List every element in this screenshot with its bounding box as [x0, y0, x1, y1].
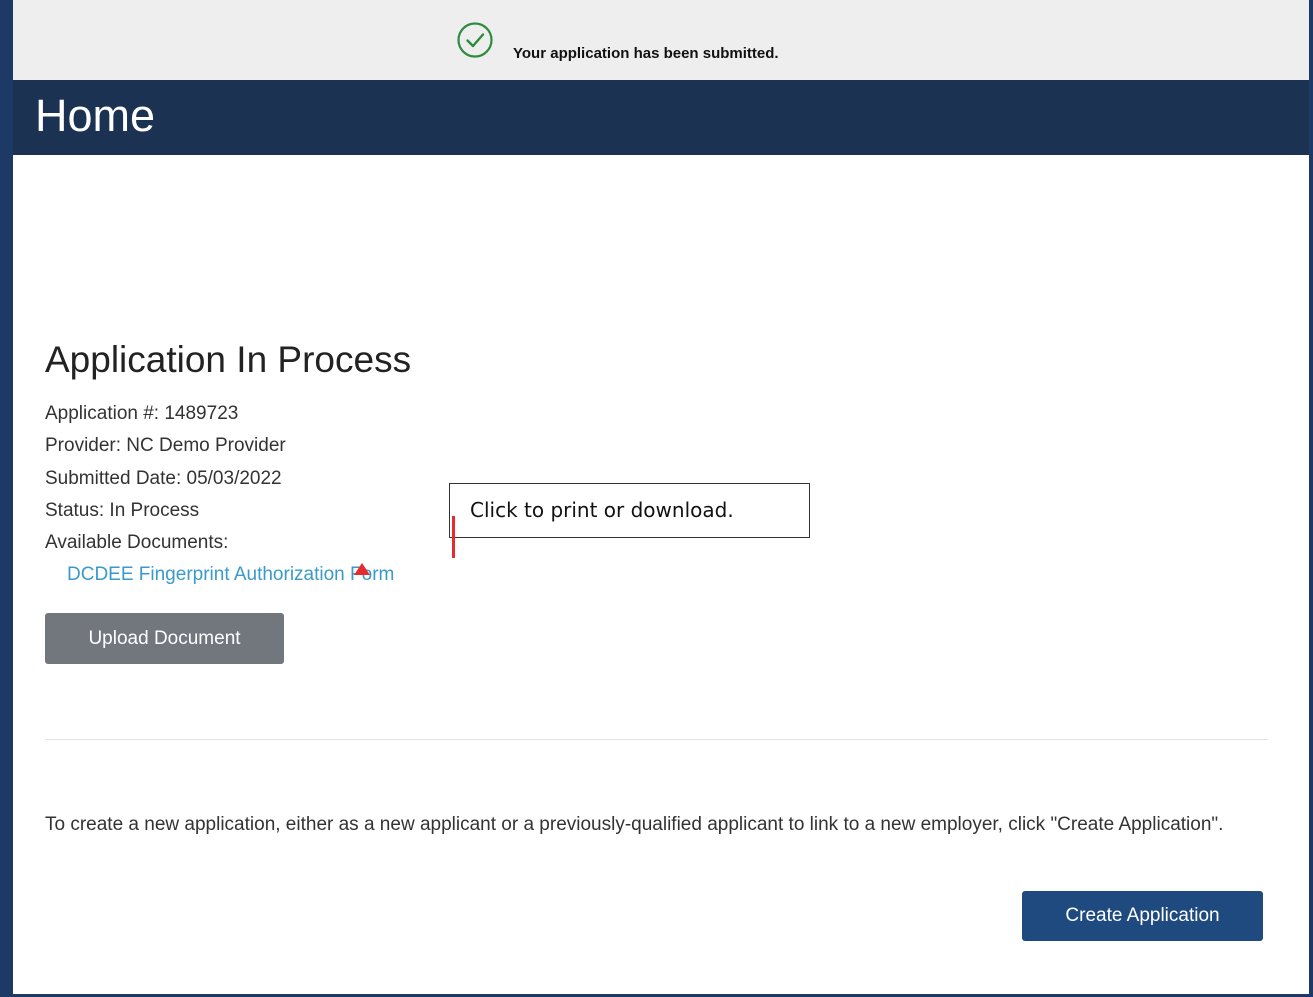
available-documents-label: Available Documents:	[45, 532, 229, 553]
success-notice-bar: Your application has been submitted.	[13, 0, 1309, 80]
create-application-instruction: To create a new application, either as a…	[45, 814, 1224, 835]
section-divider	[45, 739, 1268, 740]
page-title: Home	[35, 90, 156, 141]
submitted-date: Submitted Date: 05/03/2022	[45, 468, 282, 489]
provider-name: Provider: NC Demo Provider	[45, 435, 286, 456]
fingerprint-form-link[interactable]: DCDEE Fingerprint Authorization Form	[67, 563, 394, 587]
upload-document-button[interactable]: Upload Document	[45, 613, 284, 664]
annotation-callout: Click to print or download.	[449, 483, 810, 538]
check-circle-icon	[456, 21, 494, 59]
annotation-arrow-icon	[354, 563, 370, 575]
success-message: Your application has been submitted.	[513, 45, 779, 62]
create-application-button[interactable]: Create Application	[1022, 891, 1263, 941]
page-frame: Your application has been submitted. Hom…	[13, 0, 1309, 994]
application-status: Status: In Process	[45, 500, 200, 521]
application-section-title: Application In Process	[45, 339, 412, 380]
page-header: Home	[13, 80, 1309, 155]
application-number: Application #: 1489723	[45, 403, 239, 424]
annotation-marker-line	[452, 516, 455, 558]
